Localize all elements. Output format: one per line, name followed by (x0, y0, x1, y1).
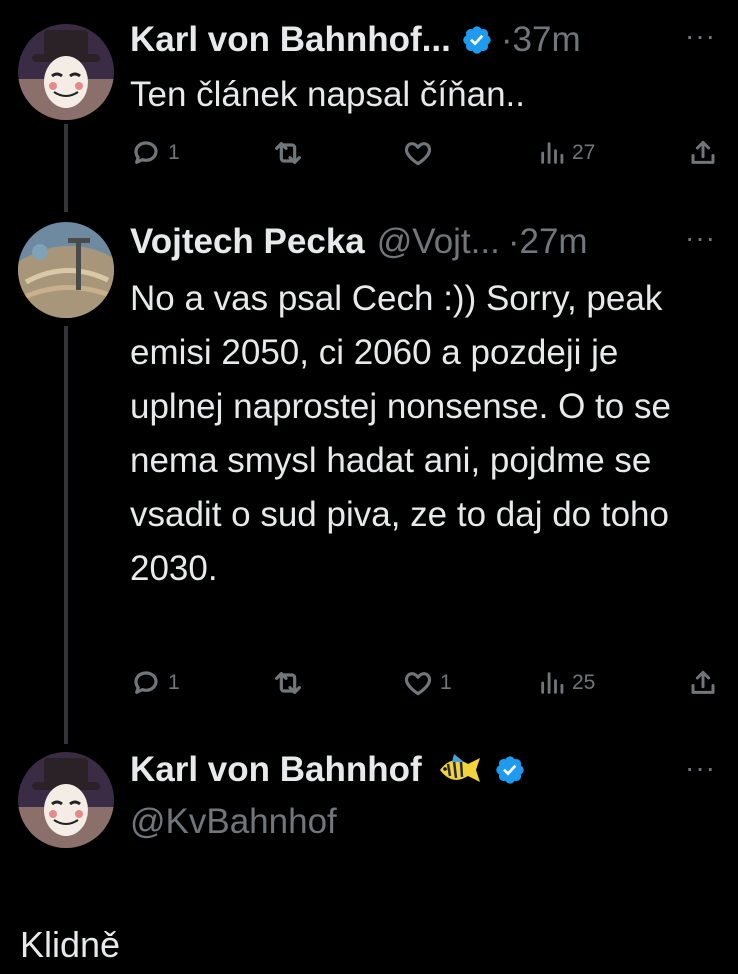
share-button[interactable] (688, 665, 718, 701)
thread-connector (64, 326, 68, 744)
avatar[interactable] (18, 752, 114, 848)
timestamp[interactable]: 37m (513, 18, 581, 62)
avatar[interactable] (18, 24, 114, 120)
main-tweet-text: Klidně (20, 924, 121, 965)
tweet-actions: 1 1 25 (130, 665, 718, 701)
more-options-icon[interactable]: ··· (685, 752, 716, 784)
author-handle[interactable]: @Vojt... (377, 220, 500, 264)
tweet-header: Karl von Bahnhof... · 37m (130, 18, 581, 62)
fish-emoji-icon (439, 754, 480, 782)
retweet-icon (275, 672, 301, 694)
author-name[interactable]: Vojtech Pecka (130, 220, 365, 264)
more-options-icon[interactable]: ··· (685, 222, 716, 254)
tweet-text: No a vas psal Cech :)) Sorry, peak emisi… (130, 279, 671, 588)
views-icon (541, 142, 564, 164)
reply-button[interactable]: 1 (130, 665, 180, 701)
author-name[interactable]: Karl von Bahnhof... (130, 18, 451, 62)
views-count: 25 (572, 671, 596, 694)
timestamp[interactable]: 27m (520, 220, 588, 264)
share-icon (691, 670, 715, 694)
separator: · (500, 20, 513, 59)
share-button[interactable] (688, 135, 718, 171)
heart-icon (404, 142, 432, 166)
views-button[interactable]: 27 (538, 135, 595, 171)
heart-icon (404, 672, 432, 696)
like-button[interactable] (402, 135, 440, 171)
more-options-icon[interactable]: ··· (685, 20, 716, 52)
author-handle[interactable]: @KvBahnhof (130, 800, 337, 844)
author-name[interactable]: Karl von Bahnhof (130, 748, 422, 792)
views-count: 27 (572, 141, 596, 164)
tweet-actions: 1 27 (130, 135, 718, 171)
tweet-text: Ten článek napsal číňan.. (130, 75, 525, 114)
verified-badge-icon (463, 26, 491, 54)
views-button[interactable]: 25 (538, 665, 595, 701)
retweet-icon (275, 142, 301, 164)
avatar[interactable] (18, 222, 114, 318)
reply-count: 1 (168, 141, 180, 164)
reply-button[interactable]: 1 (130, 135, 180, 171)
views-icon (541, 672, 564, 694)
thread-connector (64, 124, 68, 212)
share-icon (691, 140, 715, 164)
reply-icon (134, 671, 158, 694)
like-button[interactable]: 1 (402, 665, 452, 701)
reply-count: 1 (168, 671, 180, 694)
separator: · (507, 222, 520, 261)
retweet-button[interactable] (272, 665, 310, 701)
tweet-header: Karl von Bahnhof (130, 748, 526, 792)
retweet-button[interactable] (272, 135, 310, 171)
reply-icon (134, 141, 158, 164)
verified-badge-icon (496, 756, 524, 784)
like-count: 1 (440, 671, 452, 694)
tweet-header: Vojtech Pecka @Vojt... · 27m (130, 220, 588, 264)
